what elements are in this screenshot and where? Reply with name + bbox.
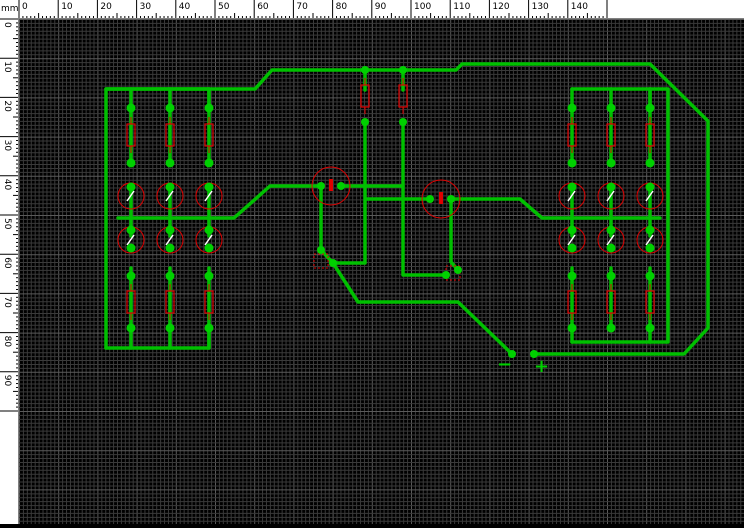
ruler-top-label: 110 xyxy=(453,2,470,12)
pad xyxy=(204,271,214,281)
ruler-top-scale: 0 10 20 30 40 50 60 70 80 90 100 110 120 130 140 xyxy=(18,0,608,18)
pad xyxy=(317,246,325,254)
ruler-left-scale: 0 10 20 30 40 50 60 70 80 90 xyxy=(0,18,18,412)
transistor-body xyxy=(329,179,333,191)
pad xyxy=(454,266,462,274)
pad xyxy=(204,323,214,333)
pad xyxy=(361,118,369,126)
ruler-top-label: 70 xyxy=(296,2,308,12)
pad xyxy=(645,225,655,235)
pad xyxy=(567,182,577,192)
pad xyxy=(567,323,577,333)
pad xyxy=(567,103,577,113)
pad xyxy=(645,158,655,168)
ruler-top-label: 80 xyxy=(336,2,348,12)
pcb-board[interactable]: − + xyxy=(19,19,744,524)
pad xyxy=(567,243,577,253)
grid xyxy=(19,19,744,524)
pad xyxy=(645,103,655,113)
pad xyxy=(165,182,175,192)
ruler-left-label: 40 xyxy=(2,179,12,191)
ruler-top-label: 60 xyxy=(257,2,269,12)
ruler-top-label: 120 xyxy=(492,2,509,12)
pad xyxy=(426,195,434,203)
ruler-left-label: 0 xyxy=(2,22,12,28)
pad xyxy=(645,243,655,253)
pad xyxy=(399,118,407,126)
ruler-top-label: 40 xyxy=(179,2,191,12)
ruler-left-label: 20 xyxy=(2,100,12,112)
ruler-left-label: 90 xyxy=(2,375,12,387)
pad xyxy=(126,182,136,192)
pad xyxy=(204,243,214,253)
pad xyxy=(126,158,136,168)
ruler-left-label: 70 xyxy=(2,296,12,308)
pad xyxy=(165,225,175,235)
pad xyxy=(317,182,325,190)
pad xyxy=(399,66,407,74)
pad xyxy=(567,225,577,235)
pad xyxy=(204,225,214,235)
pad xyxy=(204,158,214,168)
transistor-body xyxy=(439,192,443,204)
pad xyxy=(126,323,136,333)
ruler-left-label: 50 xyxy=(2,218,12,230)
pad xyxy=(606,103,616,113)
pcb-canvas[interactable]: − + xyxy=(19,19,744,524)
ruler-top-label: 30 xyxy=(140,2,152,12)
ruler-top-label: 50 xyxy=(218,2,230,12)
ruler-top-label: 0 xyxy=(22,2,28,12)
pad xyxy=(645,182,655,192)
ruler-left: 0 10 20 30 40 50 60 70 80 90 xyxy=(0,0,19,524)
pad xyxy=(165,271,175,281)
pad xyxy=(645,323,655,333)
ruler-top-label: 10 xyxy=(61,2,73,12)
pad xyxy=(567,271,577,281)
pad xyxy=(126,103,136,113)
pad xyxy=(645,271,655,281)
pad xyxy=(165,323,175,333)
pad xyxy=(126,225,136,235)
pad xyxy=(337,182,345,190)
pad xyxy=(165,158,175,168)
pad xyxy=(126,243,136,253)
pad xyxy=(442,271,450,279)
units-label: mm xyxy=(0,0,19,19)
ruler-top-label: 130 xyxy=(532,2,549,12)
polarity-plus-label: + xyxy=(534,356,549,377)
pad xyxy=(329,259,337,267)
ruler-left-label: 10 xyxy=(2,61,12,73)
ruler-left-label: 30 xyxy=(2,140,12,152)
ruler-top: 0 10 20 30 40 50 60 70 80 90 100 110 120 130 140 xyxy=(0,0,744,19)
pad xyxy=(361,66,369,74)
pad xyxy=(165,243,175,253)
polarity-minus-label: − xyxy=(497,354,512,375)
ruler-top-label: 140 xyxy=(571,2,588,12)
ruler-top-label: 90 xyxy=(375,2,387,12)
pad xyxy=(567,158,577,168)
ruler-left-label: 60 xyxy=(2,257,12,269)
pad xyxy=(606,271,616,281)
pad xyxy=(606,182,616,192)
pad xyxy=(606,158,616,168)
pad xyxy=(204,103,214,113)
pad xyxy=(606,225,616,235)
pad xyxy=(447,195,455,203)
pad xyxy=(126,271,136,281)
pad xyxy=(204,182,214,192)
ruler-top-label: 100 xyxy=(414,2,431,12)
ruler-left-label: 80 xyxy=(2,336,12,348)
pad xyxy=(606,323,616,333)
ruler-top-label: 20 xyxy=(100,2,112,12)
pad xyxy=(606,243,616,253)
pad xyxy=(165,103,175,113)
